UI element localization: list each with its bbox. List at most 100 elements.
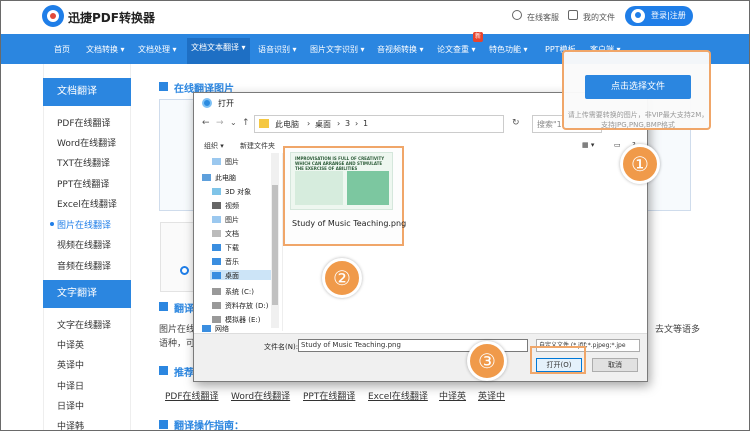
step-1-marker: ① [620, 144, 660, 184]
forward-arrow-icon[interactable]: → [216, 118, 224, 128]
sidebar-item-en-zh[interactable]: 英译中 [57, 358, 84, 371]
tree-item-documents[interactable]: 文档 [212, 229, 239, 239]
path-segment-desktop[interactable]: 桌面 [315, 119, 331, 130]
upload-note: 请上传需要转换的图片，非VIP最大支持2M，支持JPG,PNG,BMP格式 [567, 111, 709, 129]
sidebar-item-zh-ko[interactable]: 中译韩 [57, 419, 84, 431]
sidebar-item-image[interactable]: 图片在线翻译 [57, 218, 111, 231]
nav-home[interactable]: 首页 [54, 44, 70, 55]
login-label: 登录|注册 [651, 11, 686, 20]
link-excel-translate[interactable]: Excel在线翻译 [368, 389, 428, 402]
path-sep: › [337, 119, 341, 128]
tree-item-drive-d[interactable]: 资料存放 (D:) [212, 301, 268, 311]
folder-icon [259, 119, 269, 128]
sidebar-item-zh-ja[interactable]: 中译日 [57, 379, 84, 392]
translate-marker-icon [159, 302, 168, 311]
step-3-marker: ③ [467, 341, 507, 381]
sidebar-item-video[interactable]: 视频在线翻译 [57, 238, 111, 251]
thumbnail-heading: IMPROVISATION IS FULL OF CREATIVITY WHIC… [295, 156, 385, 171]
user-icon [631, 9, 645, 23]
path-segment-pc[interactable]: 此电脑 [275, 119, 299, 130]
new-folder-button[interactable]: 新建文件夹 [240, 141, 275, 151]
link-pdf-translate[interactable]: PDF在线翻译 [165, 389, 219, 402]
tree-item-desktop[interactable]: 桌面 [212, 271, 239, 281]
view-icon[interactable]: ▦ ▾ [582, 141, 594, 149]
intro-text-line1: 图片在线 [159, 325, 196, 335]
section-marker-icon [159, 82, 168, 91]
up-arrow-icon[interactable]: ↑ [242, 118, 250, 128]
site-header: 迅捷PDF转换器 在线客服 我的文件 登录|注册 [0, 0, 750, 34]
sidebar-item-ja-zh[interactable]: 日译中 [57, 399, 84, 412]
file-name-label: Study of Music Teaching.png [292, 219, 407, 228]
translate-heading: 翻译 [174, 304, 194, 315]
path-sep: › [355, 119, 359, 128]
file-thumbnail[interactable]: IMPROVISATION IS FULL OF CREATIVITY WHIC… [290, 152, 393, 210]
sidebar-item-ppt[interactable]: PPT在线翻译 [57, 177, 109, 190]
brand-logo[interactable] [42, 5, 64, 27]
sidebar-item-text[interactable]: 文字在线翻译 [57, 318, 111, 331]
tree-item-this-pc[interactable]: 此电脑 [202, 173, 236, 183]
sidebar-item-zh-en[interactable]: 中译英 [57, 338, 84, 351]
sidebar-item-txt[interactable]: TXT在线翻译 [57, 156, 110, 169]
tree-item-music[interactable]: 音乐 [212, 257, 239, 267]
dialog-title: 打开 [218, 99, 234, 108]
nav-plagiarism[interactable]: 论文查重 ▾ [437, 44, 476, 55]
link-zh-en[interactable]: 中译英 [439, 389, 466, 402]
tree-item-drive-c[interactable]: 系统 (C:) [212, 287, 254, 297]
customer-service-link[interactable]: 在线客服 [527, 12, 559, 23]
choose-file-button[interactable]: 点击选择文件 [585, 75, 691, 99]
path-segment-3[interactable]: 3 [345, 119, 350, 128]
thumbnail-image-block [347, 171, 389, 205]
back-arrow-icon[interactable]: ← [202, 118, 210, 128]
active-indicator [50, 222, 54, 226]
open-button-highlight [530, 346, 586, 374]
address-bar[interactable]: 此电脑 › 桌面 › 3 › 1 [254, 115, 504, 133]
tree-item-pictures[interactable]: 图片 [212, 215, 239, 225]
tree-scroll-thumb[interactable] [272, 185, 278, 305]
recommend-heading: 推荐 [174, 368, 194, 379]
headset-icon [512, 10, 522, 20]
path-sep: › [307, 119, 311, 128]
link-ppt-translate[interactable]: PPT在线翻译 [303, 389, 355, 402]
tree-item-videos[interactable]: 视频 [212, 201, 239, 211]
nav-speech[interactable]: 语音识别 ▾ [258, 44, 297, 55]
sidebar-head-doc: 文档翻译 [43, 78, 131, 106]
step-2-marker: ② [322, 258, 362, 298]
nav-av-convert[interactable]: 音视频转换 ▾ [377, 44, 424, 55]
new-badge: 新 [473, 32, 483, 42]
organize-menu[interactable]: 组织 ▾ [204, 141, 224, 151]
file-icon [568, 10, 578, 20]
option-radio[interactable] [180, 266, 189, 275]
sidebar-item-excel[interactable]: Excel在线翻译 [57, 197, 117, 210]
nav-features[interactable]: 特色功能 ▾ [489, 44, 528, 55]
nav-doc-convert[interactable]: 文档转换 ▾ [86, 44, 125, 55]
sidebar-item-audio[interactable]: 音频在线翻译 [57, 259, 111, 272]
link-word-translate[interactable]: Word在线翻译 [231, 389, 290, 402]
recommend-marker-icon [159, 366, 168, 375]
sidebar-item-word[interactable]: Word在线翻译 [57, 136, 116, 149]
nav-doc-translate[interactable]: 文档文本翻译 ▾ [187, 38, 250, 64]
thumbnail-text-block [295, 171, 343, 205]
my-files-link[interactable]: 我的文件 [583, 12, 615, 23]
recent-dropdown-icon[interactable]: ⌄ [230, 118, 237, 127]
link-en-zh[interactable]: 英译中 [478, 389, 505, 402]
path-segment-1[interactable]: 1 [363, 119, 368, 128]
tree-item-3d[interactable]: 3D 对象 [212, 187, 251, 197]
nav-doc-process[interactable]: 文档处理 ▾ [138, 44, 177, 55]
filename-label: 文件名(N): [264, 343, 299, 351]
browser-icon [202, 98, 212, 108]
refresh-icon[interactable]: ↻ [512, 118, 520, 128]
tree-item-downloads[interactable]: 下载 [212, 243, 239, 253]
open-file-dialog: 打开 ← → ⌄ ↑ 此电脑 › 桌面 › 3 › 1 ↻ 搜索"1" 组织 ▾… [193, 92, 648, 382]
tree-item-pictures-quick[interactable]: 图片 [212, 157, 239, 167]
nav-ocr[interactable]: 图片文字识别 ▾ [310, 44, 365, 55]
guide-heading: 翻译操作指南： [174, 421, 244, 431]
login-button[interactable]: 登录|注册 [625, 6, 693, 26]
intro-text-line1-end: 去文等语多 [655, 325, 701, 335]
cancel-button[interactable]: 取消 [592, 358, 638, 372]
intro-text-line2: 语种，可 [159, 339, 196, 349]
brand-name[interactable]: 迅捷PDF转换器 [68, 9, 155, 26]
sidebar-item-pdf[interactable]: PDF在线翻译 [57, 116, 111, 129]
pane-icon[interactable]: ▭ [614, 141, 621, 149]
guide-marker-icon [159, 420, 168, 429]
sidebar-head-text: 文字翻译 [43, 280, 131, 308]
